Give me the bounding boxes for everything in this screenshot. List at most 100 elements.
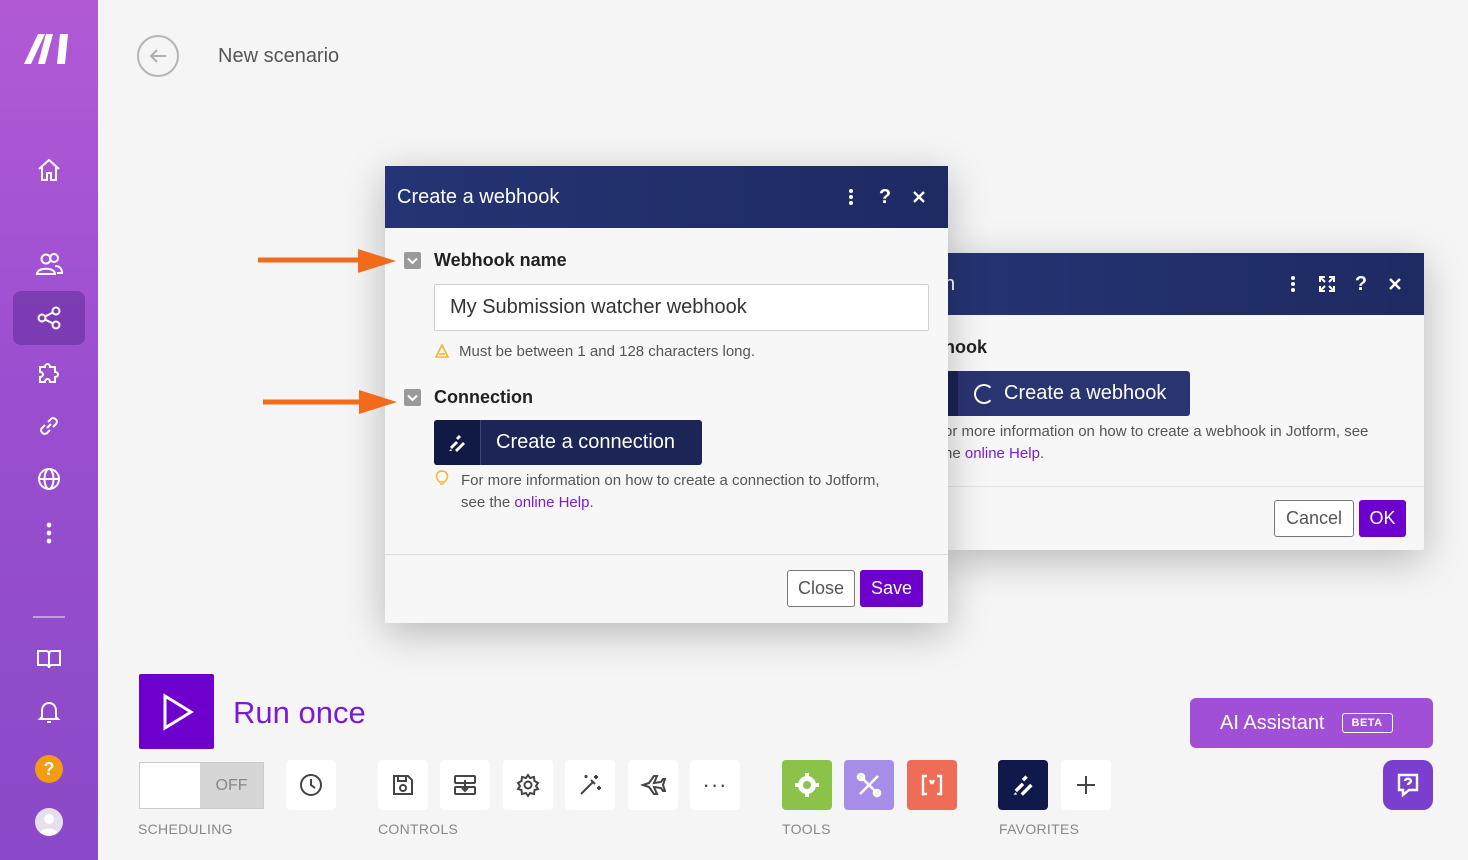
online-help-link[interactable]: online Help	[965, 445, 1040, 462]
share-nodes-icon	[37, 306, 61, 330]
run-once-label[interactable]: Run once	[233, 695, 366, 731]
create-connection-button[interactable]: Create a connection	[434, 420, 702, 465]
more-controls-button[interactable]: ···	[690, 760, 740, 810]
airplane-icon	[640, 775, 666, 795]
sidebar-item-more[interactable]	[13, 506, 85, 560]
webhook-name-hint: Must be between 1 and 128 characters lon…	[434, 341, 756, 363]
front-modal-divider	[385, 554, 948, 555]
save-icon	[393, 775, 413, 795]
sidebar-item-connections[interactable]	[13, 399, 85, 453]
link-icon	[40, 417, 58, 435]
more-vertical-icon[interactable]	[834, 180, 868, 214]
blueprint-button[interactable]	[440, 760, 490, 810]
webhook-info-text: or more information on how to create a w…	[944, 421, 1414, 465]
annotation-arrow-icon	[263, 390, 397, 414]
webhook-name-input[interactable]: My Submission watcher webhook	[434, 284, 929, 331]
scenario-settings-button[interactable]	[503, 760, 553, 810]
tools-flow-control-button[interactable]	[782, 760, 832, 810]
back-modal-header: n ?	[944, 253, 1424, 315]
tools-group-label: TOOLS	[782, 821, 831, 837]
modal-title: Create a webhook	[397, 185, 560, 208]
close-icon[interactable]	[902, 180, 936, 214]
expand-icon[interactable]	[1310, 267, 1344, 301]
scheduling-toggle[interactable]: OFF	[139, 762, 264, 809]
puzzle-icon	[39, 363, 59, 383]
plus-icon	[1077, 776, 1095, 794]
tools-utilities-button[interactable]	[844, 760, 894, 810]
front-modal-header: Create a webhook ?	[385, 166, 948, 228]
connection-hint-prefix: see the	[461, 494, 515, 511]
connection-label: Connection	[434, 387, 533, 407]
favorite-jotform-button[interactable]	[998, 760, 1048, 810]
webhook-name-collapse-toggle[interactable]	[404, 252, 421, 269]
home-icon	[38, 158, 60, 181]
close-icon[interactable]	[1378, 267, 1412, 301]
sidebar-item-scenarios[interactable]	[13, 291, 85, 345]
webhook-name-label: Webhook name	[434, 250, 567, 270]
clock-icon	[300, 774, 322, 796]
connection-hint-line-1: For more information on how to create a …	[461, 472, 880, 489]
book-icon	[37, 650, 61, 669]
user-avatar-icon	[39, 814, 59, 836]
back-modal-divider	[944, 486, 1424, 487]
globe-icon	[38, 468, 60, 490]
users-icon	[35, 253, 63, 275]
play-icon	[163, 692, 194, 731]
beta-badge: BETA	[1341, 713, 1393, 733]
create-webhook-label: Create a webhook	[1004, 382, 1167, 404]
info-line-1: or more information on how to create a w…	[944, 423, 1369, 440]
cancel-button[interactable]: Cancel	[1274, 500, 1354, 537]
sidebar: ?	[0, 0, 98, 860]
page-title[interactable]: New scenario	[218, 45, 339, 68]
make-logo-icon[interactable]	[24, 30, 74, 66]
help-icon[interactable]: ?	[868, 180, 902, 214]
run-once-button[interactable]	[139, 674, 214, 749]
more-vertical-icon	[46, 522, 52, 544]
save-scenario-button[interactable]	[378, 760, 428, 810]
close-button[interactable]: Close	[787, 570, 855, 607]
connection-hint-suffix: .	[589, 494, 594, 511]
back-button[interactable]	[137, 35, 179, 77]
import-export-icon	[454, 775, 476, 795]
create-webhook-button[interactable]: Create a webhook	[944, 371, 1190, 416]
gear-icon	[516, 773, 540, 798]
schedule-settings-button[interactable]	[286, 760, 336, 810]
connection-hint: For more information on how to create a …	[435, 470, 925, 514]
sidebar-item-apps[interactable]	[13, 346, 85, 400]
lightbulb-icon	[435, 470, 449, 485]
avatar	[35, 808, 63, 836]
sidebar-item-webhooks[interactable]	[13, 452, 85, 506]
back-modal-title: n	[944, 272, 956, 295]
add-favorite-button[interactable]	[1061, 760, 1111, 810]
more-vertical-icon[interactable]	[1276, 267, 1310, 301]
chevron-down-icon	[407, 394, 418, 401]
chat-support-button[interactable]	[1383, 760, 1433, 810]
help-icon[interactable]: ?	[1344, 267, 1378, 301]
sidebar-item-help[interactable]: ?	[13, 742, 85, 796]
ok-button[interactable]: OK	[1359, 500, 1406, 537]
sidebar-item-docs[interactable]	[13, 632, 85, 686]
jotform-module-modal: n ? hook Create a webhook or more inform…	[944, 253, 1424, 550]
scheduling-group-label: SCHEDULING	[138, 821, 233, 837]
help-icon: ?	[35, 755, 63, 783]
tools-text-parser-button[interactable]	[907, 760, 957, 810]
annotation-arrow-icon	[258, 249, 396, 273]
connection-collapse-toggle[interactable]	[404, 389, 421, 406]
sidebar-divider	[33, 616, 65, 618]
sidebar-item-home[interactable]	[13, 143, 85, 197]
auto-align-button[interactable]	[565, 760, 615, 810]
sidebar-item-notifications[interactable]	[13, 685, 85, 739]
jotform-icon	[1013, 775, 1033, 796]
save-button[interactable]: Save	[860, 570, 923, 607]
ai-assistant-button[interactable]: AI Assistant BETA	[1190, 698, 1433, 748]
warning-icon	[434, 343, 450, 358]
webhook-field-label: hook	[944, 337, 987, 357]
toggle-state-label: OFF	[200, 763, 263, 808]
more-horizontal-icon: ···	[702, 772, 728, 797]
explain-flow-button[interactable]	[628, 760, 678, 810]
sidebar-item-team[interactable]	[13, 237, 85, 291]
sidebar-item-profile[interactable]	[13, 795, 85, 849]
online-help-link[interactable]: online Help	[514, 494, 589, 511]
favorites-group-label: FAVORITES	[999, 821, 1080, 837]
hint-text: Must be between 1 and 128 characters lon…	[459, 343, 756, 360]
